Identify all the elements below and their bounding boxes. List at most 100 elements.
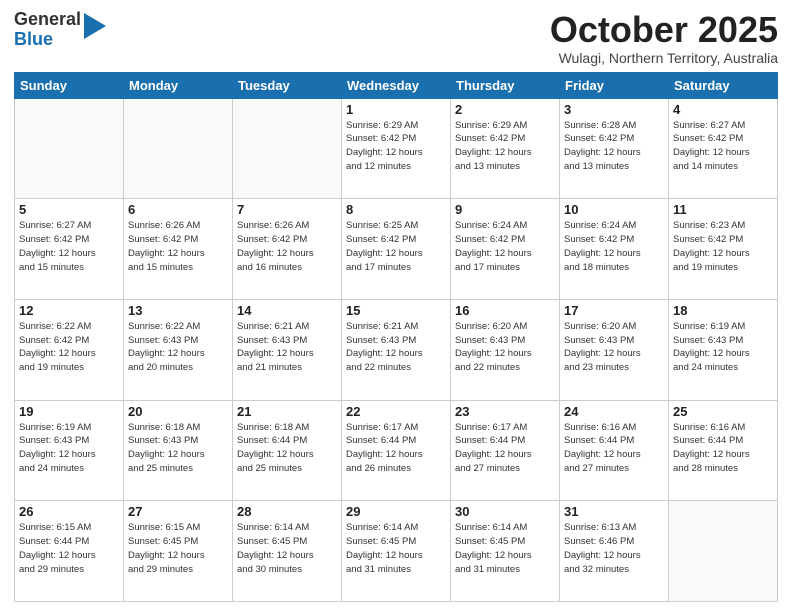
day-info-28: Sunrise: 6:14 AMSunset: 6:45 PMDaylight:… xyxy=(237,521,337,576)
header-monday: Monday xyxy=(124,72,233,98)
logo: General Blue xyxy=(14,10,106,50)
day-info-6: Sunrise: 6:26 AMSunset: 6:42 PMDaylight:… xyxy=(128,219,228,274)
day-cell-15: 15 Sunrise: 6:21 AMSunset: 6:43 PMDayligh… xyxy=(342,299,451,400)
header-saturday: Saturday xyxy=(669,72,778,98)
day-info-24: Sunrise: 6:16 AMSunset: 6:44 PMDaylight:… xyxy=(564,421,664,476)
day-number-16: 16 xyxy=(455,303,555,318)
day-cell-20: 20 Sunrise: 6:18 AMSunset: 6:43 PMDayligh… xyxy=(124,400,233,501)
day-number-7: 7 xyxy=(237,202,337,217)
day-info-26: Sunrise: 6:15 AMSunset: 6:44 PMDaylight:… xyxy=(19,521,119,576)
day-number-15: 15 xyxy=(346,303,446,318)
day-info-5: Sunrise: 6:27 AMSunset: 6:42 PMDaylight:… xyxy=(19,219,119,274)
day-number-20: 20 xyxy=(128,404,228,419)
day-number-13: 13 xyxy=(128,303,228,318)
day-cell-17: 17 Sunrise: 6:20 AMSunset: 6:43 PMDayligh… xyxy=(560,299,669,400)
day-info-1: Sunrise: 6:29 AMSunset: 6:42 PMDaylight:… xyxy=(346,119,446,174)
day-number-10: 10 xyxy=(564,202,664,217)
day-cell-24: 24Sunrise: 6:16 AMSunset: 6:44 PMDayligh… xyxy=(560,400,669,501)
day-cell-27: 27 Sunrise: 6:15 AMSunset: 6:45 PMDayligh… xyxy=(124,501,233,602)
day-number-21: 21 xyxy=(237,404,337,419)
day-number-12: 12 xyxy=(19,303,119,318)
logo-general: General xyxy=(14,10,81,30)
day-info-13: Sunrise: 6:22 AMSunset: 6:43 PMDaylight:… xyxy=(128,320,228,375)
header-friday: Friday xyxy=(560,72,669,98)
day-cell-31: 31 Sunrise: 6:13 AMSunset: 6:46 PMDayligh… xyxy=(560,501,669,602)
logo-text: General Blue xyxy=(14,10,81,50)
day-info-31: Sunrise: 6:13 AMSunset: 6:46 PMDaylight:… xyxy=(564,521,664,576)
day-number-17: 17 xyxy=(564,303,664,318)
day-number-29: 29 xyxy=(346,504,446,519)
month-title: October 2025 xyxy=(550,10,778,50)
day-info-17: Sunrise: 6:20 AMSunset: 6:43 PMDaylight:… xyxy=(564,320,664,375)
day-cell-13: 13 Sunrise: 6:22 AMSunset: 6:43 PMDayligh… xyxy=(124,299,233,400)
day-number-28: 28 xyxy=(237,504,337,519)
day-cell-21: 21 Sunrise: 6:18 AMSunset: 6:44 PMDayligh… xyxy=(233,400,342,501)
empty-cell xyxy=(124,98,233,199)
day-cell-8: 8 Sunrise: 6:25 AMSunset: 6:42 PMDaylight… xyxy=(342,199,451,300)
day-info-14: Sunrise: 6:21 AMSunset: 6:43 PMDaylight:… xyxy=(237,320,337,375)
empty-cell xyxy=(669,501,778,602)
calendar-row: 26Sunrise: 6:15 AMSunset: 6:44 PMDayligh… xyxy=(15,501,778,602)
day-info-16: Sunrise: 6:20 AMSunset: 6:43 PMDaylight:… xyxy=(455,320,555,375)
title-area: October 2025 Wulagi, Northern Territory,… xyxy=(550,10,778,66)
day-info-7: Sunrise: 6:26 AMSunset: 6:42 PMDaylight:… xyxy=(237,219,337,274)
day-cell-5: 5Sunrise: 6:27 AMSunset: 6:42 PMDaylight… xyxy=(15,199,124,300)
day-info-10: Sunrise: 6:24 AMSunset: 6:42 PMDaylight:… xyxy=(564,219,664,274)
weekday-header-row: Sunday Monday Tuesday Wednesday Thursday… xyxy=(15,72,778,98)
day-info-19: Sunrise: 6:19 AMSunset: 6:43 PMDaylight:… xyxy=(19,421,119,476)
day-number-14: 14 xyxy=(237,303,337,318)
day-number-27: 27 xyxy=(128,504,228,519)
day-info-3: Sunrise: 6:28 AMSunset: 6:42 PMDaylight:… xyxy=(564,119,664,174)
day-info-30: Sunrise: 6:14 AMSunset: 6:45 PMDaylight:… xyxy=(455,521,555,576)
header-sunday: Sunday xyxy=(15,72,124,98)
empty-cell xyxy=(15,98,124,199)
day-cell-23: 23Sunrise: 6:17 AMSunset: 6:44 PMDayligh… xyxy=(451,400,560,501)
calendar-row: 12 Sunrise: 6:22 AMSunset: 6:42 PMDayligh… xyxy=(15,299,778,400)
day-number-4: 4 xyxy=(673,102,773,117)
day-cell-11: 11Sunrise: 6:23 AMSunset: 6:42 PMDayligh… xyxy=(669,199,778,300)
calendar-row: 5Sunrise: 6:27 AMSunset: 6:42 PMDaylight… xyxy=(15,199,778,300)
day-info-12: Sunrise: 6:22 AMSunset: 6:42 PMDaylight:… xyxy=(19,320,119,375)
logo-blue: Blue xyxy=(14,30,81,50)
day-number-25: 25 xyxy=(673,404,773,419)
day-number-9: 9 xyxy=(455,202,555,217)
header-tuesday: Tuesday xyxy=(233,72,342,98)
day-cell-3: 3Sunrise: 6:28 AMSunset: 6:42 PMDaylight… xyxy=(560,98,669,199)
day-info-21: Sunrise: 6:18 AMSunset: 6:44 PMDaylight:… xyxy=(237,421,337,476)
day-info-27: Sunrise: 6:15 AMSunset: 6:45 PMDaylight:… xyxy=(128,521,228,576)
day-cell-12: 12 Sunrise: 6:22 AMSunset: 6:42 PMDayligh… xyxy=(15,299,124,400)
day-info-25: Sunrise: 6:16 AMSunset: 6:44 PMDaylight:… xyxy=(673,421,773,476)
day-cell-30: 30 Sunrise: 6:14 AMSunset: 6:45 PMDayligh… xyxy=(451,501,560,602)
day-cell-29: 29Sunrise: 6:14 AMSunset: 6:45 PMDayligh… xyxy=(342,501,451,602)
day-number-22: 22 xyxy=(346,404,446,419)
day-number-8: 8 xyxy=(346,202,446,217)
day-cell-18: 18Sunrise: 6:19 AMSunset: 6:43 PMDayligh… xyxy=(669,299,778,400)
day-number-11: 11 xyxy=(673,202,773,217)
day-number-31: 31 xyxy=(564,504,664,519)
day-cell-14: 14 Sunrise: 6:21 AMSunset: 6:43 PMDayligh… xyxy=(233,299,342,400)
page: General Blue October 2025 Wulagi, Northe… xyxy=(0,0,792,612)
day-cell-16: 16 Sunrise: 6:20 AMSunset: 6:43 PMDayligh… xyxy=(451,299,560,400)
header-wednesday: Wednesday xyxy=(342,72,451,98)
day-info-2: Sunrise: 6:29 AMSunset: 6:42 PMDaylight:… xyxy=(455,119,555,174)
day-info-8: Sunrise: 6:25 AMSunset: 6:42 PMDaylight:… xyxy=(346,219,446,274)
day-cell-22: 22Sunrise: 6:17 AMSunset: 6:44 PMDayligh… xyxy=(342,400,451,501)
day-cell-2: 2 Sunrise: 6:29 AMSunset: 6:42 PMDaylight… xyxy=(451,98,560,199)
calendar-row: 19 Sunrise: 6:19 AMSunset: 6:43 PMDayligh… xyxy=(15,400,778,501)
day-cell-25: 25 Sunrise: 6:16 AMSunset: 6:44 PMDayligh… xyxy=(669,400,778,501)
day-number-1: 1 xyxy=(346,102,446,117)
day-info-15: Sunrise: 6:21 AMSunset: 6:43 PMDaylight:… xyxy=(346,320,446,375)
day-number-30: 30 xyxy=(455,504,555,519)
location: Wulagi, Northern Territory, Australia xyxy=(550,50,778,66)
day-number-19: 19 xyxy=(19,404,119,419)
day-number-2: 2 xyxy=(455,102,555,117)
day-cell-4: 4 Sunrise: 6:27 AMSunset: 6:42 PMDaylight… xyxy=(669,98,778,199)
day-number-18: 18 xyxy=(673,303,773,318)
header: General Blue October 2025 Wulagi, Northe… xyxy=(14,10,778,66)
day-info-9: Sunrise: 6:24 AMSunset: 6:42 PMDaylight:… xyxy=(455,219,555,274)
calendar-row: 1 Sunrise: 6:29 AMSunset: 6:42 PMDaylight… xyxy=(15,98,778,199)
day-info-4: Sunrise: 6:27 AMSunset: 6:42 PMDaylight:… xyxy=(673,119,773,174)
day-cell-1: 1 Sunrise: 6:29 AMSunset: 6:42 PMDaylight… xyxy=(342,98,451,199)
day-cell-7: 7 Sunrise: 6:26 AMSunset: 6:42 PMDaylight… xyxy=(233,199,342,300)
day-info-20: Sunrise: 6:18 AMSunset: 6:43 PMDaylight:… xyxy=(128,421,228,476)
